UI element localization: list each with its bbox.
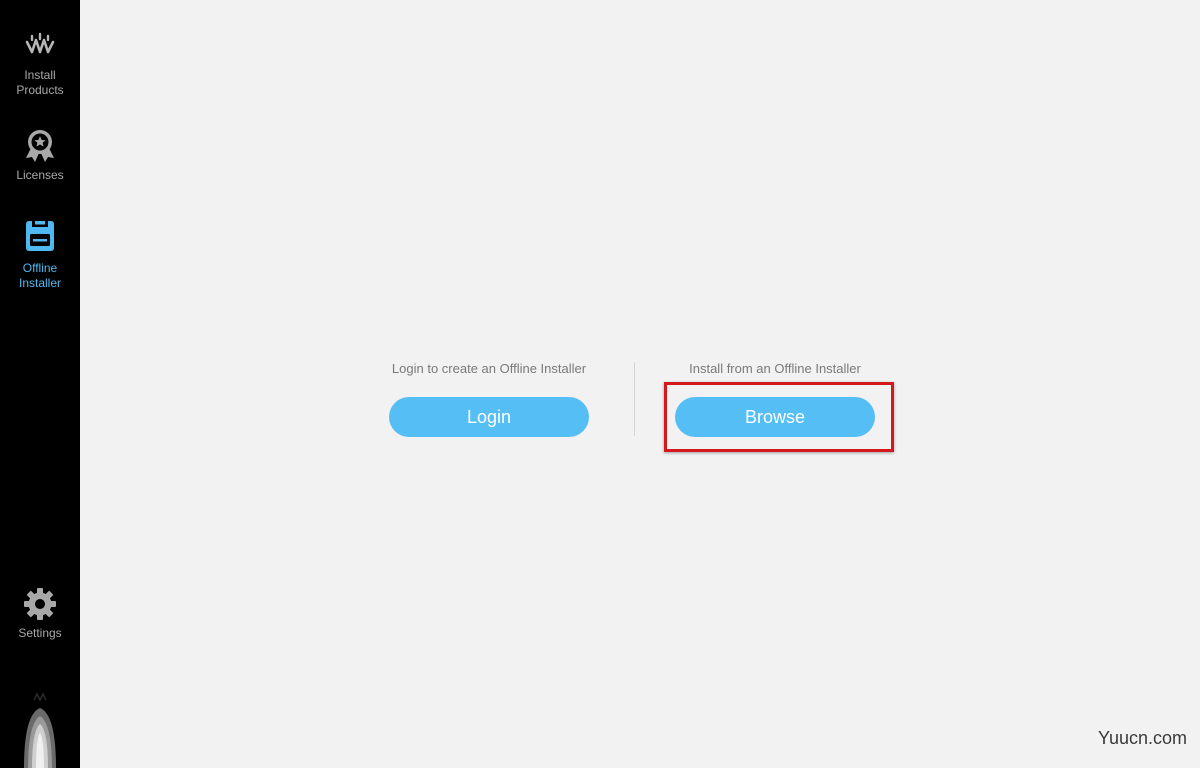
- watermark-text: Yuucn.com: [1097, 728, 1187, 748]
- gear-icon: [24, 588, 56, 620]
- login-caption: Login to create an Offline Installer: [391, 361, 587, 376]
- sidebar: Install Products Licenses Offline Instal…: [0, 0, 80, 768]
- sidebar-item-label: Offline Installer: [18, 261, 62, 290]
- app-window: Install Products Licenses Offline Instal…: [0, 0, 1200, 768]
- sidebar-item-licenses[interactable]: Licenses: [0, 127, 80, 183]
- login-button[interactable]: Login: [389, 397, 589, 437]
- main-content: Login to create an Offline Installer Log…: [80, 0, 1200, 768]
- waves-brand-logo: [24, 692, 56, 768]
- sidebar-item-label: Licenses: [16, 168, 64, 182]
- browse-caption: Install from an Offline Installer: [689, 361, 861, 376]
- sidebar-item-install-products[interactable]: Install Products: [0, 30, 80, 98]
- floppy-disk-icon: [26, 221, 54, 251]
- sidebar-item-settings[interactable]: Settings: [0, 587, 80, 641]
- sidebar-item-offline-installer[interactable]: Offline Installer: [0, 219, 80, 291]
- highlight-annotation: [664, 382, 894, 452]
- panel-divider: [634, 362, 635, 436]
- sidebar-item-label: Settings: [18, 626, 62, 640]
- license-badge-icon: [26, 130, 54, 162]
- sidebar-item-label: Install Products: [16, 68, 64, 97]
- login-panel: Login to create an Offline Installer Log…: [369, 360, 609, 437]
- waves-logo-icon: [25, 32, 55, 54]
